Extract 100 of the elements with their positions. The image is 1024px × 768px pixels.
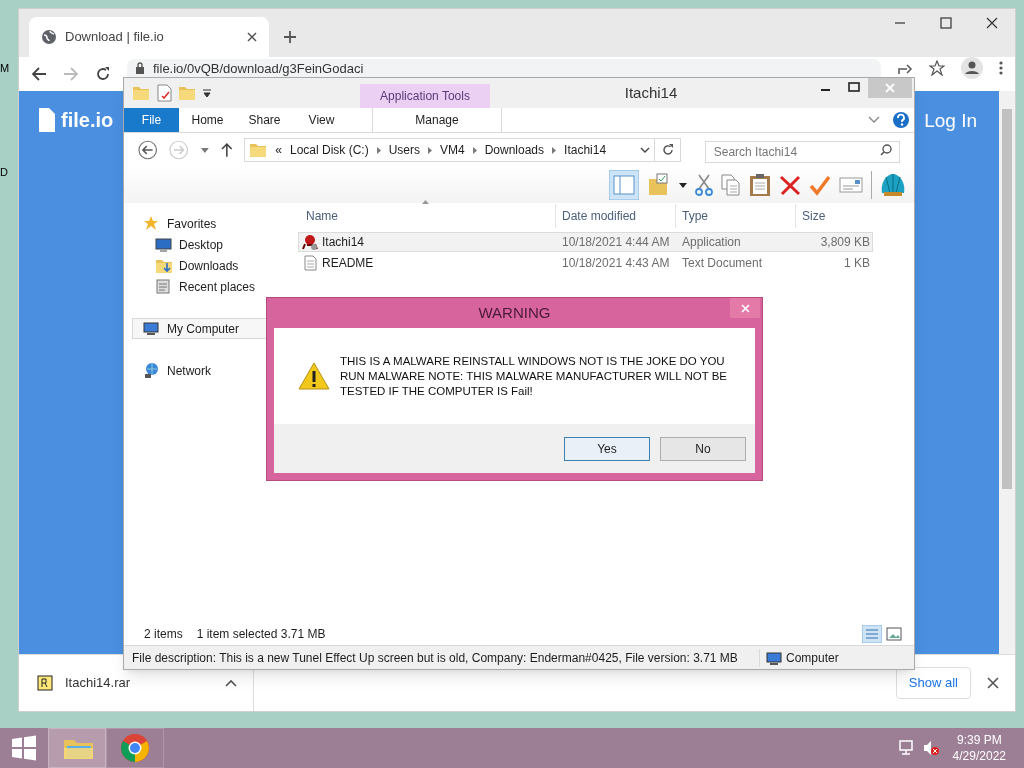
- warning-icon: [298, 362, 330, 390]
- desktop-icon-label[interactable]: D: [0, 164, 8, 181]
- back-icon[interactable]: [138, 140, 158, 160]
- document-icon[interactable]: [156, 84, 172, 102]
- chevron-down-icon[interactable]: [640, 146, 651, 154]
- lock-icon: [135, 62, 145, 74]
- browser-icon: [119, 732, 151, 764]
- close-icon[interactable]: [247, 32, 257, 42]
- file-row[interactable]: Itachi14 10/18/2021 4:44 AM Application 3,809 KB: [298, 232, 873, 252]
- delete-icon[interactable]: [779, 174, 801, 196]
- breadcrumb-item[interactable]: Users: [388, 141, 420, 159]
- item-count: 2 items: [144, 626, 183, 643]
- archive-icon: [37, 675, 53, 691]
- dialog-button[interactable]: No: [660, 436, 746, 461]
- file-description: File description: This is a new Tunel Effect Up screen but is old, Company: Enderman#0425, File version: 3.71 MB: [124, 648, 760, 667]
- nav-label: Downloads: [179, 257, 239, 275]
- breadcrumb-item[interactable]: VM4: [440, 141, 465, 159]
- scissors-icon[interactable]: [695, 173, 713, 197]
- folder-check-icon[interactable]: [647, 173, 671, 197]
- copy-icon[interactable]: [721, 174, 741, 196]
- nav-label: Network: [167, 362, 211, 380]
- document-icon: [39, 108, 55, 132]
- taskbar-button[interactable]: [106, 728, 164, 768]
- ribbon-tab[interactable]: View: [293, 108, 350, 132]
- file-row[interactable]: README 10/18/2021 4:43 AM Text Document 1 KB: [298, 253, 873, 273]
- close-button[interactable]: [730, 298, 760, 318]
- nav-label: Recent places: [179, 278, 256, 296]
- file-size: 3,809 KB: [819, 234, 870, 251]
- address-bar[interactable]: file.io/0vQB/download/g3FeinGodaci: [127, 59, 881, 77]
- dialog-button[interactable]: Yes: [564, 436, 650, 461]
- star-icon[interactable]: [929, 60, 945, 76]
- reload-icon[interactable]: [95, 66, 111, 82]
- refresh-icon: [661, 144, 674, 156]
- breadcrumb-item[interactable]: Itachi14: [564, 141, 607, 159]
- recent-icon: [155, 277, 173, 296]
- caret-icon[interactable]: [225, 679, 237, 687]
- ribbon-tab[interactable]: Home: [179, 108, 236, 132]
- checkmark-icon[interactable]: [809, 174, 831, 196]
- menu-icon[interactable]: [999, 60, 1003, 76]
- column-header[interactable]: Date modified: [555, 204, 675, 228]
- up-arrow-icon[interactable]: [220, 143, 233, 157]
- sort-arrow-icon: [422, 200, 429, 204]
- location-label: Computer: [786, 649, 839, 667]
- url-text: file.io/0vQB/download/g3FeinGodaci: [153, 61, 364, 75]
- chevron-right-icon: [552, 146, 557, 154]
- ribbon-tab[interactable]: File: [124, 108, 179, 132]
- application-file-icon: [302, 234, 318, 250]
- refresh-button[interactable]: [655, 138, 681, 162]
- new-tab-icon[interactable]: [283, 30, 297, 44]
- browser-tab[interactable]: Download | file.io: [29, 17, 269, 57]
- scrollbar[interactable]: [999, 91, 1015, 654]
- text-file-icon: [302, 255, 318, 271]
- close-icon: [740, 303, 750, 313]
- breadcrumb-item[interactable]: Local Disk (C:): [289, 141, 369, 159]
- nav-item[interactable]: Recent places: [132, 276, 294, 297]
- shell-icon[interactable]: [880, 173, 906, 197]
- profile-icon[interactable]: [961, 57, 983, 79]
- selection-info: 1 item selected 3.71 MB: [196, 626, 326, 643]
- address-field[interactable]: « Local Disk (C:) Users VM4 Downloads Itachi14: [244, 138, 656, 162]
- computer-icon: [143, 319, 161, 338]
- file-date: 10/18/2021 4:44 AM: [561, 234, 671, 251]
- clock-time[interactable]: 9:39 PM: [956, 732, 1002, 748]
- window-title: Itachi14: [624, 82, 678, 103]
- dropdown-icon[interactable]: [679, 182, 687, 188]
- context-tab-label: Application Tools: [380, 88, 470, 105]
- globe-icon: [41, 29, 57, 45]
- network-icon[interactable]: [898, 740, 915, 756]
- clipboard-icon[interactable]: [749, 173, 771, 197]
- nav-label: Favorites: [167, 215, 217, 233]
- column-header[interactable]: Name: [294, 204, 555, 228]
- breadcrumb-overflow[interactable]: «: [275, 141, 282, 159]
- ribbon-tab[interactable]: Manage: [372, 108, 502, 132]
- network-icon: [143, 361, 161, 380]
- nav-item[interactable]: Downloads: [132, 255, 294, 276]
- close-icon[interactable]: [987, 677, 999, 689]
- dropdown-icon[interactable]: [202, 88, 212, 98]
- back-icon[interactable]: [31, 66, 47, 82]
- help-icon[interactable]: [892, 111, 910, 129]
- preview-view-icon[interactable]: [886, 627, 902, 641]
- column-header[interactable]: Size: [795, 204, 872, 228]
- clock-date[interactable]: 4/29/2022: [952, 748, 1006, 764]
- properties-icon[interactable]: [839, 176, 863, 194]
- ribbon-tab[interactable]: Share: [236, 108, 293, 132]
- breadcrumb-item[interactable]: Downloads: [484, 141, 545, 159]
- desktop-icon-label[interactable]: M: [0, 60, 8, 77]
- chevron-right-icon: [472, 146, 477, 154]
- nav-item[interactable]: Favorites: [132, 213, 294, 234]
- file-type: Text Document: [681, 255, 764, 272]
- column-header[interactable]: Type: [675, 204, 795, 228]
- file-name: README: [322, 255, 374, 272]
- nav-item[interactable]: Desktop: [132, 234, 294, 255]
- download-filename[interactable]: Itachi14.rar: [65, 673, 213, 693]
- search-field[interactable]: Search Itachi14: [704, 141, 900, 163]
- folder-icon: [249, 141, 268, 159]
- tab-title: Download | file.io: [65, 28, 165, 47]
- dialog-title: WARNING: [478, 302, 551, 323]
- file-name: Itachi14: [322, 234, 365, 251]
- nav-label: Desktop: [179, 236, 224, 254]
- volume-muted-icon[interactable]: [922, 740, 939, 756]
- windows-logo-icon[interactable]: [11, 735, 37, 761]
